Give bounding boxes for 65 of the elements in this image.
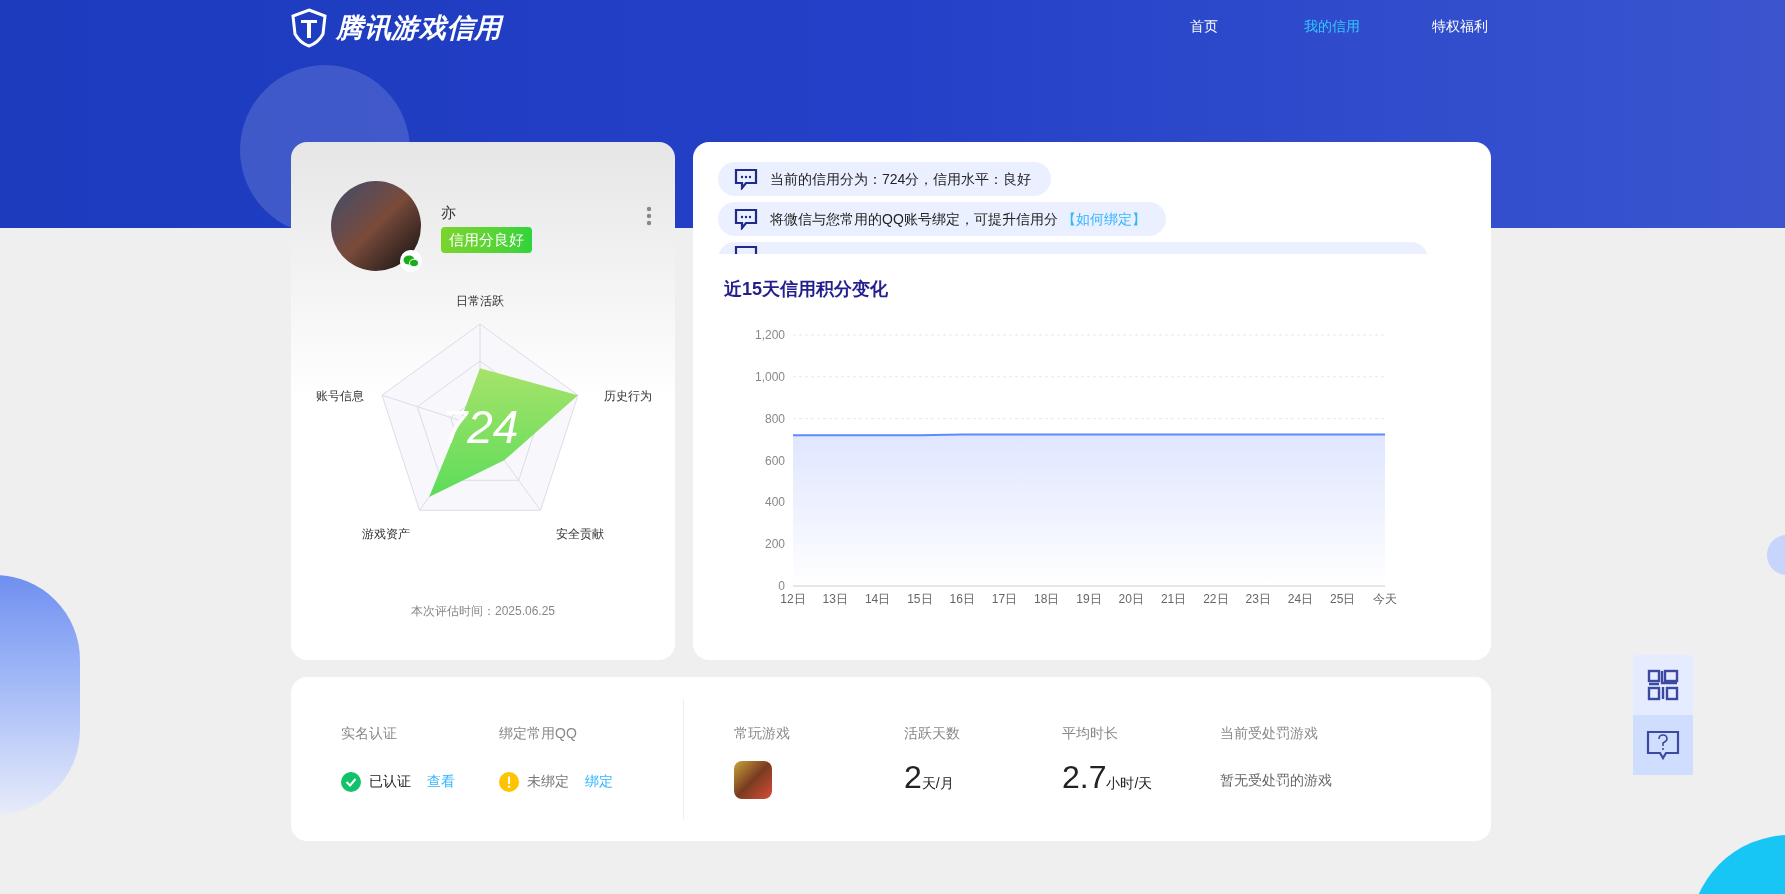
radar-label: 游戏资产	[362, 527, 410, 541]
help-link[interactable]: 【如何绑定】	[1061, 208, 1146, 230]
axis-tick-label: 25日	[1330, 592, 1356, 605]
nav-link[interactable]: 特权福利	[1396, 16, 1524, 37]
qr-code-button[interactable]	[1633, 655, 1693, 715]
action-link[interactable]: 绑定	[585, 771, 613, 792]
axis-tick-label: 21日	[1160, 592, 1187, 605]
axis-tick-label: 14日	[864, 592, 891, 605]
axis-tick-label: 1,000	[754, 369, 785, 384]
column-label: 平均时长	[1062, 724, 1119, 743]
axis-tick-label: 23日	[1245, 592, 1271, 605]
axis-tick-label: 12日	[780, 592, 806, 605]
axis-tick-label: 18日	[1034, 592, 1060, 605]
axis-tick-label: 1,200	[754, 328, 785, 342]
radar-label: 日常活跃	[456, 294, 504, 308]
more-icon[interactable]	[646, 206, 652, 226]
message-text: 将微信与您常用的QQ账号绑定，可提升信用分	[770, 209, 1058, 229]
axis-tick-label: 24日	[1287, 592, 1314, 605]
axis-tick-label: 13日	[822, 592, 848, 605]
axis-tick-label: 今天	[1373, 592, 1397, 605]
game-thumbnail[interactable]	[734, 761, 772, 799]
nav-link[interactable]: 首页	[1140, 16, 1268, 37]
axis-tick-label: 19日	[1076, 592, 1102, 605]
axis-tick-label: 600	[764, 453, 785, 468]
feedback-button[interactable]	[1633, 715, 1693, 775]
axis-tick-label: 20日	[1118, 592, 1144, 605]
chat-bubbles-icon	[400, 250, 422, 272]
axis-tick-label: 15日	[907, 592, 933, 605]
question-bubble-icon	[1646, 729, 1680, 761]
axis-tick-label: 17日	[991, 592, 1018, 605]
column-label: 绑定常用QQ	[499, 724, 578, 743]
check-icon	[341, 771, 361, 792]
warning-icon	[499, 771, 519, 792]
axis-tick-label: 16日	[949, 592, 975, 605]
stat-unit: 天/月	[921, 774, 954, 793]
user-name: 亦	[441, 203, 456, 223]
column-label: 当前受处罚游戏	[1220, 724, 1319, 743]
radar-label: 安全贡献	[556, 527, 604, 541]
radar-label: 账号信息	[316, 389, 364, 403]
radar-label: 历史行为	[604, 389, 652, 403]
action-link[interactable]: 查看	[427, 771, 455, 792]
chat-icon	[734, 168, 758, 190]
axis-tick-label: 0	[778, 579, 785, 593]
chat-icon	[734, 208, 758, 230]
column-label: 活跃天数	[904, 724, 961, 743]
column-label: 实名认证	[341, 724, 398, 743]
logo-text: 腾讯游戏信用	[336, 12, 503, 45]
message-text: 当前的信用分为：724分，信用水平：良好	[770, 169, 1032, 189]
chart-title: 近15天信用积分变化	[724, 278, 890, 301]
axis-tick-label: 22日	[1203, 592, 1229, 605]
axis-tick-label: 800	[764, 411, 785, 426]
column-label: 常玩游戏	[734, 724, 791, 743]
axis-tick-label: 200	[764, 537, 785, 552]
stat-value: 2.7	[1062, 758, 1107, 797]
penalty-text: 暂无受处罚的游戏	[1220, 771, 1332, 790]
nav-link[interactable]: 我的信用	[1268, 16, 1396, 37]
evaluation-time: 本次评估时间：2025.06.25	[409, 603, 557, 620]
qr-code-icon	[1647, 669, 1679, 701]
status-text: 已认证	[369, 772, 411, 791]
shield-logo-icon	[290, 8, 328, 49]
axis-tick-label: 400	[764, 495, 785, 510]
stat-unit: 小时/天	[1106, 775, 1153, 793]
stat-value: 2	[904, 758, 922, 797]
credit-badge: 信用分良好	[441, 227, 532, 253]
status-text: 未绑定	[527, 772, 569, 791]
